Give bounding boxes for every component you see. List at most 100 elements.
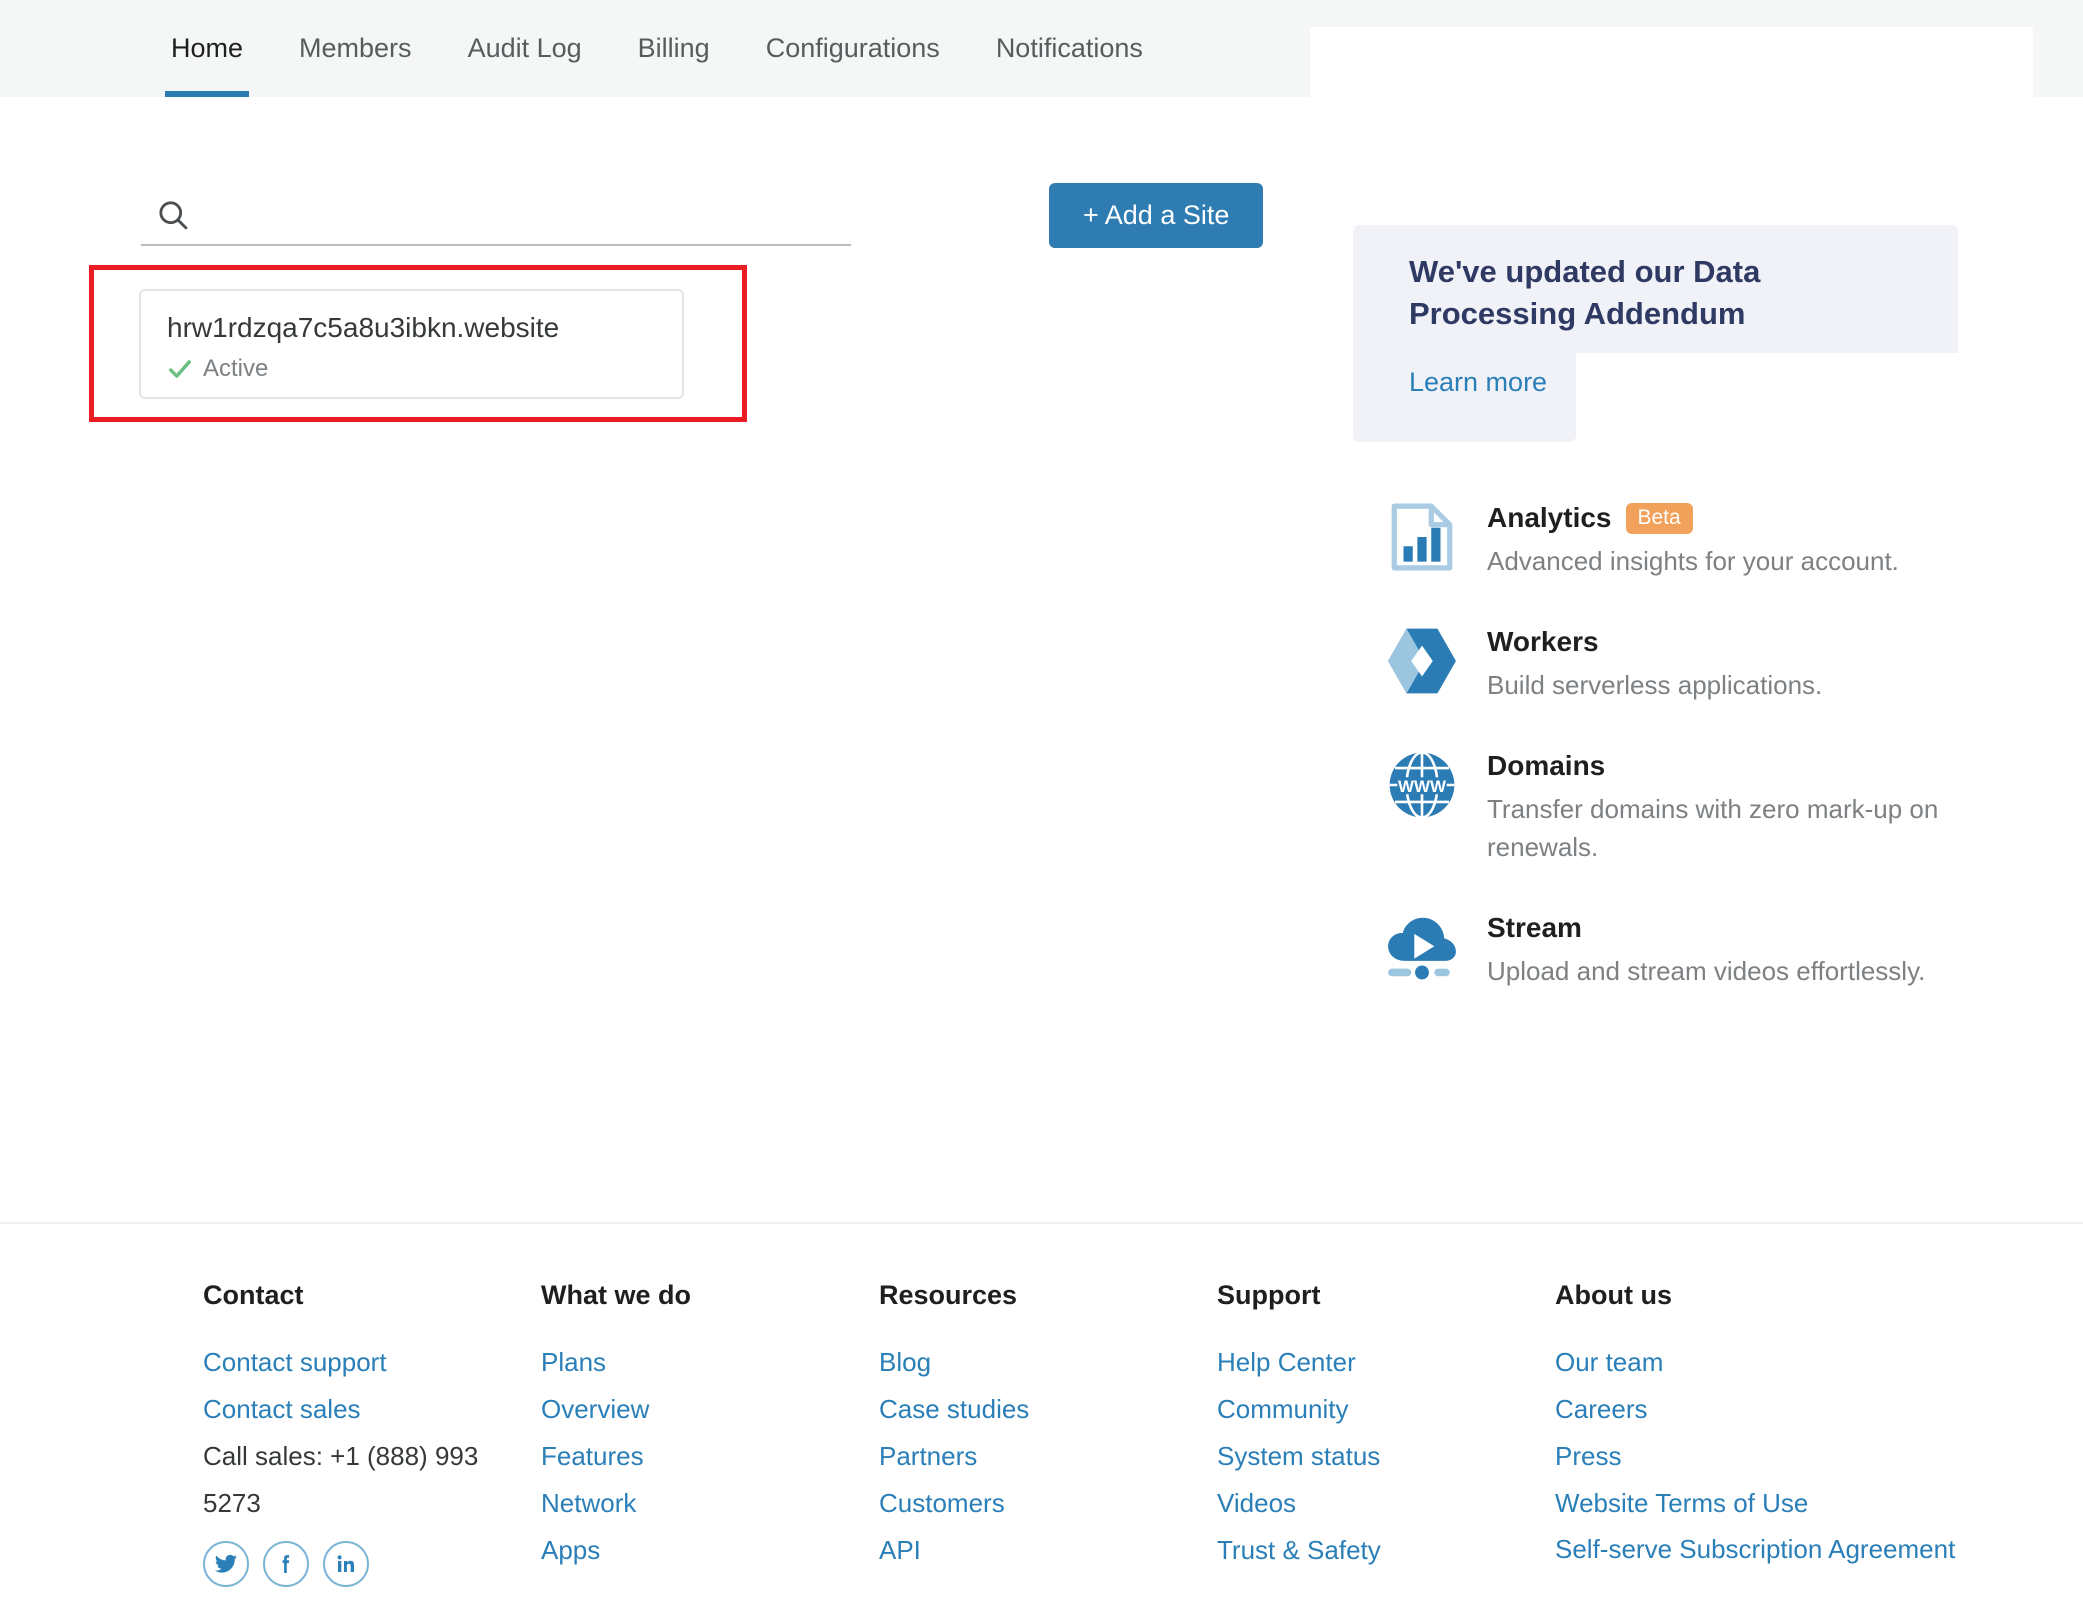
footer-link-careers[interactable]: Careers [1555, 1386, 1975, 1433]
footer-link-blog[interactable]: Blog [879, 1339, 1217, 1386]
feature-description: Transfer domains with zero mark-up on re… [1487, 790, 2045, 866]
tab-label: Members [299, 33, 412, 64]
tab-label: Notifications [996, 33, 1143, 64]
learn-more-link[interactable]: Learn more [1409, 367, 1547, 397]
main-tab-bar: Home Members Audit Log Billing Configura… [143, 0, 1171, 97]
footer-column-resources: Resources Blog Case studies Partners Cus… [879, 1280, 1217, 1587]
footer-link-overview[interactable]: Overview [541, 1386, 879, 1433]
footer-link-contact-support[interactable]: Contact support [203, 1339, 541, 1386]
domains-icon: WWW [1385, 748, 1459, 822]
footer-link-videos[interactable]: Videos [1217, 1480, 1555, 1527]
footer-link-apps[interactable]: Apps [541, 1527, 879, 1574]
feature-title: Analytics [1487, 502, 1612, 534]
feature-title: Workers [1487, 626, 1599, 658]
site-status: Active [167, 355, 656, 383]
footer-divider [0, 1222, 2083, 1224]
feature-list: Analytics Beta Advanced insights for you… [1385, 500, 2045, 1034]
dpa-banner: We've updated our Data Processing Addend… [1353, 225, 1958, 442]
footer-link-our-team[interactable]: Our team [1555, 1339, 1975, 1386]
dpa-banner-bottom: Learn more [1353, 353, 1576, 442]
footer-link-subscription-agreement[interactable]: Self-serve Subscription Agreement [1555, 1527, 1975, 1571]
tab-label: Billing [638, 33, 710, 64]
footer-heading: Contact [203, 1280, 541, 1311]
linkedin-button[interactable] [323, 1541, 369, 1587]
site-search [141, 186, 851, 246]
search-icon [155, 197, 191, 233]
stream-icon [1385, 910, 1459, 984]
feature-title-line: Analytics Beta [1487, 502, 2045, 534]
feature-description: Upload and stream videos effortlessly. [1487, 952, 2045, 990]
site-name: hrw1rdzqa7c5a8u3ibkn.website [167, 311, 656, 345]
facebook-button[interactable] [263, 1541, 309, 1587]
footer-link-community[interactable]: Community [1217, 1386, 1555, 1433]
footer-heading: Support [1217, 1280, 1555, 1311]
social-links [203, 1541, 541, 1587]
footer-link-press[interactable]: Press [1555, 1433, 1975, 1480]
footer-link-website-terms[interactable]: Website Terms of Use [1555, 1480, 1975, 1527]
search-field[interactable] [141, 186, 851, 246]
feature-description: Build serverless applications. [1487, 666, 2045, 704]
site-card[interactable]: hrw1rdzqa7c5a8u3ibkn.website Active [139, 289, 684, 399]
footer-link-plans[interactable]: Plans [541, 1339, 879, 1386]
footer-heading: About us [1555, 1280, 1975, 1311]
footer-link-contact-sales[interactable]: Contact sales [203, 1386, 541, 1433]
twitter-icon [214, 1552, 238, 1576]
feature-title-line: Workers [1487, 626, 2045, 658]
tab-members[interactable]: Members [271, 0, 440, 97]
feature-body: Workers Build serverless applications. [1487, 624, 2045, 704]
footer-link-system-status[interactable]: System status [1217, 1433, 1555, 1480]
feature-body: Stream Upload and stream videos effortle… [1487, 910, 2045, 990]
feature-body: Analytics Beta Advanced insights for you… [1487, 500, 2045, 580]
search-input[interactable] [191, 189, 851, 241]
footer-link-network[interactable]: Network [541, 1480, 879, 1527]
footer-heading: Resources [879, 1280, 1217, 1311]
footer-link-case-studies[interactable]: Case studies [879, 1386, 1217, 1433]
status-badge: Active [203, 355, 268, 383]
tab-home[interactable]: Home [143, 0, 271, 97]
dpa-title: We've updated our Data Processing Addend… [1409, 251, 1902, 335]
workers-icon [1385, 624, 1459, 698]
footer-heading: What we do [541, 1280, 879, 1311]
add-site-container: + Add a Site [1049, 183, 1263, 248]
svg-text:WWW: WWW [1398, 777, 1446, 796]
analytics-icon [1385, 500, 1459, 574]
footer-link-api[interactable]: API [879, 1527, 1217, 1574]
footer-column-support: Support Help Center Community System sta… [1217, 1280, 1555, 1587]
dpa-banner-top: We've updated our Data Processing Addend… [1353, 225, 1958, 353]
add-site-label: + Add a Site [1083, 200, 1229, 230]
footer-column-about-us: About us Our team Careers Press Website … [1555, 1280, 1975, 1587]
feature-title-line: Domains [1487, 750, 2045, 782]
tab-label: Home [171, 33, 243, 64]
twitter-button[interactable] [203, 1541, 249, 1587]
feature-description: Advanced insights for your account. [1487, 542, 2045, 580]
feature-body: Domains Transfer domains with zero mark-… [1487, 748, 2045, 866]
check-icon [167, 356, 193, 382]
footer-link-partners[interactable]: Partners [879, 1433, 1217, 1480]
facebook-icon [274, 1552, 298, 1576]
footer-link-features[interactable]: Features [541, 1433, 879, 1480]
feature-workers[interactable]: Workers Build serverless applications. [1385, 624, 2045, 704]
add-a-site-button[interactable]: + Add a Site [1049, 183, 1263, 248]
beta-badge: Beta [1626, 503, 1693, 534]
call-sales-text: Call sales: +1 (888) 993 5273 [203, 1433, 541, 1527]
footer-link-trust-safety[interactable]: Trust & Safety [1217, 1527, 1555, 1574]
feature-stream[interactable]: Stream Upload and stream videos effortle… [1385, 910, 2045, 990]
footer: Contact Contact support Contact sales Ca… [0, 1280, 2083, 1587]
header-white-panel [1310, 27, 2033, 97]
footer-link-customers[interactable]: Customers [879, 1480, 1217, 1527]
tab-label: Audit Log [468, 33, 582, 64]
footer-column-contact: Contact Contact support Contact sales Ca… [203, 1280, 541, 1587]
tab-billing[interactable]: Billing [610, 0, 738, 97]
feature-domains[interactable]: WWW Domains Transfer domains with zero m… [1385, 748, 2045, 866]
feature-title: Domains [1487, 750, 1605, 782]
tab-label: Configurations [766, 33, 940, 64]
feature-analytics[interactable]: Analytics Beta Advanced insights for you… [1385, 500, 2045, 580]
tab-notifications[interactable]: Notifications [968, 0, 1171, 97]
tab-audit-log[interactable]: Audit Log [440, 0, 610, 97]
tab-configurations[interactable]: Configurations [738, 0, 968, 97]
linkedin-icon [334, 1552, 358, 1576]
feature-title-line: Stream [1487, 912, 2045, 944]
footer-link-help-center[interactable]: Help Center [1217, 1339, 1555, 1386]
feature-title: Stream [1487, 912, 1582, 944]
footer-column-what-we-do: What we do Plans Overview Features Netwo… [541, 1280, 879, 1587]
